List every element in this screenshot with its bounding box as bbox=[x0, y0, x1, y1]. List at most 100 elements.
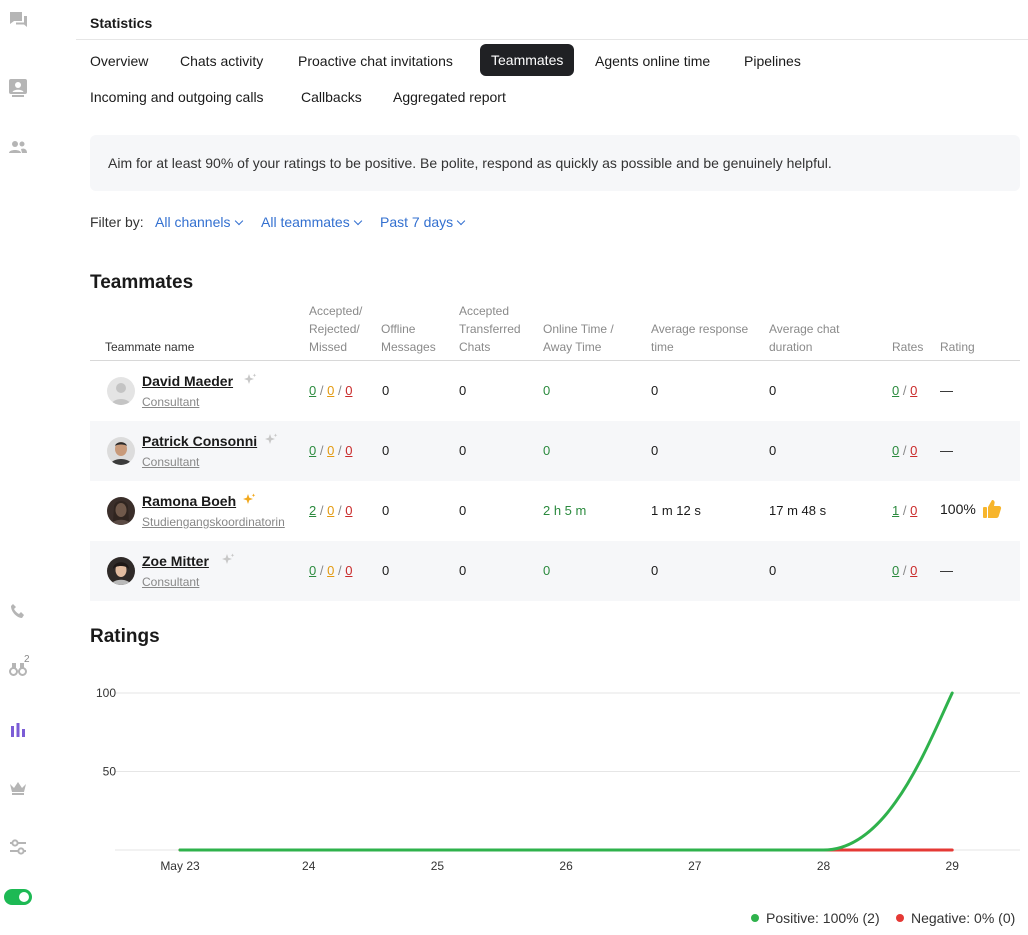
x-tick-label: 29 bbox=[946, 859, 960, 873]
filter-label: Filter by: bbox=[90, 214, 144, 230]
header-divider bbox=[76, 39, 1028, 40]
rejected-count[interactable]: 0 bbox=[327, 443, 334, 458]
rates: 0 / 0 bbox=[892, 563, 918, 578]
sparkle-icon[interactable] bbox=[243, 373, 257, 392]
accepted-count[interactable]: 0 bbox=[309, 443, 316, 458]
rates-positive[interactable]: 0 bbox=[892, 383, 899, 398]
col-header-avg-response: Average response time bbox=[651, 322, 749, 354]
transferred-chats: 0 bbox=[459, 383, 467, 398]
rates: 0 / 0 bbox=[892, 383, 918, 398]
rejected-count[interactable]: 0 bbox=[327, 563, 334, 578]
online-time: 0 bbox=[543, 443, 551, 458]
tab-overview[interactable]: Overview bbox=[90, 45, 148, 77]
rates-positive[interactable]: 0 bbox=[892, 443, 899, 458]
x-tick-label: 27 bbox=[688, 859, 702, 873]
settings-sliders-icon[interactable] bbox=[6, 835, 30, 859]
avg-response-time: 0 bbox=[651, 563, 659, 578]
legend-negative-label: Negative: 0% (0) bbox=[911, 910, 1016, 926]
offline-messages: 0 bbox=[382, 563, 390, 578]
transferred-chats: 0 bbox=[459, 443, 467, 458]
filter-teammates-dropdown[interactable]: All teammates bbox=[261, 214, 362, 230]
missed-count[interactable]: 0 bbox=[345, 563, 352, 578]
accepted-rejected-missed: 0 / 0 / 0 bbox=[309, 443, 353, 458]
col-header-rating: Rating bbox=[940, 340, 975, 354]
rates-positive[interactable]: 0 bbox=[892, 563, 899, 578]
accepted-count[interactable]: 0 bbox=[309, 383, 316, 398]
online-time: 0 bbox=[543, 383, 551, 398]
x-tick-label: 25 bbox=[431, 859, 445, 873]
tab-pipelines[interactable]: Pipelines bbox=[744, 45, 801, 77]
teammate-name-link[interactable]: David Maeder bbox=[142, 373, 233, 389]
tab-proactive-chat-invitations[interactable]: Proactive chat invitations bbox=[298, 45, 453, 77]
filter-channels-dropdown[interactable]: All channels bbox=[155, 214, 243, 230]
avg-chat-duration: 0 bbox=[769, 383, 777, 398]
col-header-online-time: Online Time / Away Time bbox=[543, 322, 614, 354]
accepted-rejected-missed: 2 / 0 / 0 bbox=[309, 503, 353, 518]
teammate-role-link[interactable]: Consultant bbox=[142, 395, 199, 409]
teammate-role-link[interactable]: Studiengangskoordinatorin bbox=[142, 515, 285, 529]
rates-negative[interactable]: 0 bbox=[910, 563, 917, 578]
accepted-count[interactable]: 0 bbox=[309, 563, 316, 578]
teammate-name-link[interactable]: Zoe Mitter bbox=[142, 553, 209, 569]
sparkle-icon[interactable] bbox=[221, 553, 235, 572]
sparkle-icon[interactable] bbox=[242, 493, 256, 512]
col-header-offline-messages: Offline Messages bbox=[381, 322, 436, 354]
x-tick-label: 28 bbox=[817, 859, 831, 873]
teammate-name-link[interactable]: Patrick Consonni bbox=[142, 433, 257, 449]
filter-period-value: Past 7 days bbox=[380, 214, 454, 230]
offline-messages: 0 bbox=[382, 383, 390, 398]
filter-period-dropdown[interactable]: Past 7 days bbox=[380, 214, 466, 230]
col-header-teammate-name: Teammate name bbox=[105, 340, 195, 354]
rating-value: — bbox=[940, 383, 953, 398]
ratings-line-chart: 100 50 May 23 24 25 26 27 28 29 bbox=[96, 686, 1020, 873]
tab-teammates[interactable]: Teammates bbox=[480, 44, 575, 76]
table-row: Zoe Mitter Consultant 0 / 0 / 0 0 0 0 0 … bbox=[90, 541, 1020, 601]
accepted-rejected-missed: 0 / 0 / 0 bbox=[309, 563, 353, 578]
teammate-name-link[interactable]: Ramona Boeh bbox=[142, 493, 236, 509]
table-row: Ramona Boeh Studiengangskoordinatorin 2 … bbox=[90, 481, 1020, 541]
teammate-role-link[interactable]: Consultant bbox=[142, 575, 199, 589]
teammate-role-link[interactable]: Consultant bbox=[142, 455, 199, 469]
legend-negative: Negative: 0% (0) bbox=[896, 910, 1015, 926]
missed-count[interactable]: 0 bbox=[345, 383, 352, 398]
team-icon[interactable] bbox=[6, 135, 30, 159]
sparkle-icon[interactable] bbox=[264, 433, 278, 452]
tab-callbacks[interactable]: Callbacks bbox=[301, 81, 362, 113]
phone-icon[interactable] bbox=[6, 599, 30, 623]
accepted-rejected-missed: 0 / 0 / 0 bbox=[309, 383, 353, 398]
rejected-count[interactable]: 0 bbox=[327, 503, 334, 518]
tab-aggregated-report[interactable]: Aggregated report bbox=[393, 81, 506, 113]
rejected-count[interactable]: 0 bbox=[327, 383, 334, 398]
rating-value: — bbox=[940, 563, 953, 578]
rates-positive[interactable]: 1 bbox=[892, 503, 899, 518]
legend-positive-label: Positive: 100% (2) bbox=[766, 910, 880, 926]
tab-agents-online-time[interactable]: Agents online time bbox=[595, 45, 710, 77]
avg-chat-duration: 17 m 48 s bbox=[769, 503, 827, 518]
crown-icon[interactable] bbox=[6, 776, 30, 800]
contacts-icon[interactable] bbox=[6, 76, 30, 100]
chats-icon[interactable] bbox=[6, 8, 30, 32]
info-banner: Aim for at least 90% of your ratings to … bbox=[90, 135, 1020, 191]
offline-messages: 0 bbox=[382, 443, 390, 458]
legend-negative-dot bbox=[896, 914, 904, 922]
missed-count[interactable]: 0 bbox=[345, 503, 352, 518]
rates-negative[interactable]: 0 bbox=[910, 503, 917, 518]
rates-negative[interactable]: 0 bbox=[910, 383, 917, 398]
y-tick-label: 100 bbox=[96, 686, 116, 700]
avg-chat-duration: 0 bbox=[769, 443, 777, 458]
accepted-count[interactable]: 2 bbox=[309, 503, 316, 518]
rates-negative[interactable]: 0 bbox=[910, 443, 917, 458]
left-nav-rail: 2 bbox=[0, 0, 36, 935]
tab-incoming-outgoing-calls[interactable]: Incoming and outgoing calls bbox=[90, 81, 264, 113]
statistics-icon[interactable] bbox=[6, 718, 30, 742]
missed-count[interactable]: 0 bbox=[345, 443, 352, 458]
table-row: David Maeder Consultant 0 / 0 / 0 0 0 0 … bbox=[90, 361, 1020, 421]
filter-channels-value: All channels bbox=[155, 214, 231, 230]
online-time: 2 h 5 m bbox=[543, 503, 587, 518]
status-toggle[interactable] bbox=[4, 889, 32, 905]
tab-chats-activity[interactable]: Chats activity bbox=[180, 45, 263, 77]
avg-response-time: 0 bbox=[651, 443, 659, 458]
avatar bbox=[107, 557, 135, 585]
avatar bbox=[107, 497, 135, 525]
filter-teammates-value: All teammates bbox=[261, 214, 350, 230]
